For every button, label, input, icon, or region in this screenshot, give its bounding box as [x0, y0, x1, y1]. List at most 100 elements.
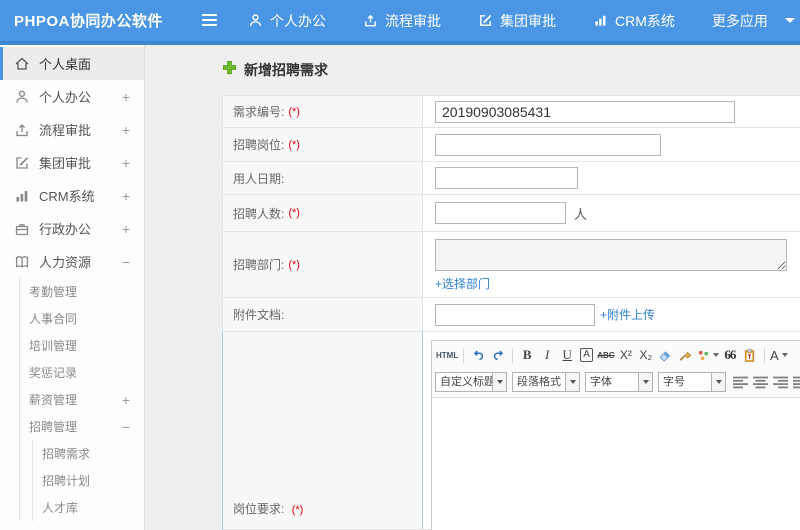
sidebar-item-recruit-plan[interactable]: 招聘计划 [33, 467, 144, 494]
sidebar-item-personal-office[interactable]: 个人办公 + [0, 80, 144, 113]
app-window: PHPOA协同办公软件 个人办公 流程审批 集团审批 CRM系统 更多应用 个人… [0, 0, 800, 530]
expand-toggle[interactable]: + [122, 392, 130, 408]
align-right-icon[interactable] [772, 372, 790, 392]
sidebar-item-hr-contract[interactable]: 人事合同 [20, 305, 144, 332]
sidebar-item-crm-system[interactable]: CRM系统 + [0, 179, 144, 212]
chevron-down-icon [638, 373, 652, 391]
nav-label: 个人办公 [270, 12, 326, 29]
field-label: 用人日期: [233, 171, 285, 186]
nav-personal-office[interactable]: 个人办公 [248, 11, 326, 31]
field-label: 附件文档: [233, 308, 285, 322]
home-icon [14, 56, 30, 72]
sidebar-item-human-resources[interactable]: 人力资源 − [0, 245, 144, 278]
hire-date-input[interactable] [435, 167, 578, 189]
sidebar-item-label: 人力资源 [39, 255, 92, 270]
nav-more-apps[interactable]: 更多应用 [712, 11, 795, 31]
expand-toggle[interactable]: − [122, 254, 130, 270]
font-color-button[interactable]: A [770, 345, 788, 365]
expand-toggle[interactable]: + [122, 155, 130, 171]
superscript-button[interactable]: X² [617, 345, 635, 365]
chevron-down-icon [784, 18, 795, 23]
italic-button[interactable]: I [538, 345, 556, 365]
format-brush-icon[interactable] [677, 345, 695, 365]
required-mark: (*) [288, 138, 300, 151]
form-row-job-requirements: 岗位要求: (*) HTML B I U A ABC X² X₂ 66 A 自定… [222, 332, 800, 530]
align-left-icon[interactable] [732, 372, 750, 392]
required-mark: (*) [288, 207, 300, 219]
heading-select[interactable]: 自定义标题 [435, 372, 507, 392]
app-logo: PHPOA协同办公软件 [14, 13, 163, 30]
expand-toggle[interactable]: − [122, 419, 130, 435]
bar-chart-icon [14, 188, 30, 204]
undo-icon[interactable] [469, 345, 487, 365]
font-size-select[interactable]: 字号 [658, 372, 726, 392]
required-mark: (*) [291, 504, 304, 516]
html-source-button[interactable]: HTML [436, 345, 458, 365]
hr-submenu: 考勤管理 人事合同 培训管理 奖惩记录 薪资管理 + 招聘管理 − 招聘需求 招… [19, 278, 144, 521]
field-label: 招聘人数: [233, 206, 285, 221]
required-mark: (*) [288, 258, 300, 271]
remove-format-eraser-icon[interactable] [657, 345, 675, 365]
sidebar-item-attendance[interactable]: 考勤管理 [20, 278, 144, 305]
form-row-department: 招聘部门: (*) +选择部门 [222, 232, 800, 298]
sidebar-item-label: CRM系统 [39, 189, 95, 204]
expand-toggle[interactable]: + [122, 89, 130, 105]
headcount-input[interactable] [435, 202, 566, 224]
nav-workflow-approval[interactable]: 流程审批 [363, 11, 441, 31]
sidebar-item-talent-pool[interactable]: 人才库 [33, 494, 144, 521]
redo-icon[interactable] [489, 345, 507, 365]
align-justify-icon[interactable] [792, 372, 800, 392]
sidebar-item-group-approval[interactable]: 集团审批 + [0, 146, 144, 179]
blockquote-button[interactable]: 66 [721, 345, 739, 365]
nav-crm-system[interactable]: CRM系统 [593, 11, 675, 31]
hamburger-menu-icon[interactable] [202, 14, 217, 27]
strikethrough-button[interactable]: ABC [597, 345, 615, 365]
recruitment-form: 需求编号: (*) 招聘岗位: (*) 用人日期: [222, 95, 800, 530]
char-border-button[interactable]: A [580, 348, 593, 362]
department-textarea[interactable] [435, 239, 787, 271]
sidebar-item-admin-office[interactable]: 行政办公 + [0, 212, 144, 245]
sidebar-item-salary[interactable]: 薪资管理 + [20, 386, 144, 413]
font-family-select[interactable]: 字体 [585, 372, 653, 392]
bar-chart-icon [593, 13, 608, 28]
expand-toggle[interactable]: + [122, 221, 130, 237]
demand-no-input[interactable] [435, 100, 735, 123]
bold-button[interactable]: B [518, 345, 536, 365]
paragraph-format-select[interactable]: 段落格式 [512, 372, 580, 392]
editor-toolbar: HTML B I U A ABC X² X₂ 66 A 自定义标题 段落格式 字… [432, 341, 800, 398]
nav-label: 集团审批 [500, 12, 556, 29]
sidebar-item-training[interactable]: 培训管理 [20, 332, 144, 359]
attachment-input[interactable] [435, 303, 595, 326]
editor-content-area[interactable] [432, 398, 800, 530]
recruitment-submenu: 招聘需求 招聘计划 人才库 [32, 440, 144, 521]
sidebar-item-recruit-demand[interactable]: 招聘需求 [33, 440, 144, 467]
sidebar-item-label: 行政办公 [39, 222, 92, 237]
job-title-input[interactable] [435, 133, 661, 156]
page-title: 新增招聘需求 [222, 60, 328, 80]
form-row-hire-date: 用人日期: [222, 162, 800, 195]
flow-approval-icon [363, 13, 378, 28]
attachment-upload-link[interactable]: +附件上传 [600, 306, 655, 323]
sidebar-item-reward-punishment[interactable]: 奖惩记录 [20, 359, 144, 386]
paste-plain-text-icon[interactable] [741, 345, 759, 365]
nav-group-approval[interactable]: 集团审批 [478, 11, 556, 31]
select-department-link[interactable]: +选择部门 [435, 275, 490, 292]
flow-approval-icon [14, 122, 30, 138]
underline-button[interactable]: U [558, 345, 576, 365]
top-navigation: 个人办公 流程审批 集团审批 CRM系统 更多应用 [248, 0, 795, 41]
sidebar-item-recruitment[interactable]: 招聘管理 − [20, 413, 144, 440]
color-palette-icon[interactable] [697, 345, 719, 365]
align-center-icon[interactable] [752, 372, 770, 392]
expand-toggle[interactable]: + [122, 122, 130, 138]
sidebar-item-workflow-approval[interactable]: 流程审批 + [0, 113, 144, 146]
form-row-attachment: 附件文档: +附件上传 [222, 298, 800, 332]
nav-label: 更多应用 [711, 12, 768, 29]
field-label: 岗位要求: [233, 502, 285, 516]
expand-toggle[interactable]: + [122, 188, 130, 204]
chevron-down-icon [565, 373, 579, 391]
required-mark: (*) [288, 105, 300, 118]
topbar: PHPOA协同办公软件 个人办公 流程审批 集团审批 CRM系统 更多应用 [0, 0, 800, 45]
sidebar-item-personal-desktop[interactable]: 个人桌面 [0, 47, 144, 80]
subscript-button[interactable]: X₂ [637, 345, 655, 365]
user-icon [14, 89, 30, 105]
